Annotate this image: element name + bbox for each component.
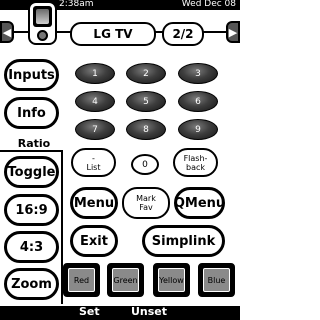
green-button-label: Green (112, 268, 139, 292)
digit-5-button[interactable]: 5 (126, 91, 166, 112)
digit-9-button[interactable]: 9 (178, 119, 218, 140)
ratio-16-9-button[interactable]: 16:9 (4, 194, 59, 226)
qmenu-button[interactable]: QMenu (174, 187, 225, 219)
blue-button[interactable]: Blue (198, 263, 235, 297)
page-indicator-tab[interactable]: 2/2 (162, 22, 204, 46)
menu-button[interactable]: Menu (70, 187, 118, 219)
blue-button-label: Blue (203, 268, 230, 292)
prev-device-button[interactable]: ◀ (0, 21, 14, 43)
remote-knob-icon (37, 30, 48, 41)
device-name-tab[interactable]: LG TV (70, 22, 156, 46)
digit-6-button[interactable]: 6 (178, 91, 218, 112)
unset-softkey[interactable]: Unset (131, 305, 167, 318)
yellow-button[interactable]: Yellow (153, 263, 190, 297)
digit-0-button[interactable]: 0 (131, 154, 159, 175)
softkey-bar: Set Unset (0, 305, 240, 320)
set-softkey[interactable]: Set (79, 305, 100, 318)
remote-device-icon[interactable] (28, 1, 57, 45)
digit-2-button[interactable]: 2 (126, 63, 166, 84)
clock-time: 2:38am (59, 0, 94, 9)
simplink-button[interactable]: Simplink (142, 225, 225, 257)
digit-8-button[interactable]: 8 (126, 119, 166, 140)
digit-1-button[interactable]: 1 (75, 63, 115, 84)
red-button-label: Red (68, 268, 95, 292)
digit-3-button[interactable]: 3 (178, 63, 218, 84)
list-button[interactable]: - List (71, 148, 116, 177)
chevron-left-icon: ◀ (2, 25, 12, 39)
red-button[interactable]: Red (63, 263, 100, 297)
inputs-button[interactable]: Inputs (4, 59, 59, 91)
remote-screen-icon (33, 6, 52, 27)
digit-7-button[interactable]: 7 (75, 119, 115, 140)
mark-fav-button[interactable]: Mark Fav (122, 187, 170, 219)
clock-date: Wed Dec 08 (181, 0, 236, 9)
flashback-button[interactable]: Flash- back (173, 148, 218, 177)
info-button[interactable]: Info (4, 97, 59, 129)
zoom-button[interactable]: Zoom (4, 268, 59, 300)
green-button[interactable]: Green (107, 263, 144, 297)
chevron-right-icon: ▶ (228, 25, 238, 39)
ratio-4-3-button[interactable]: 4:3 (4, 231, 59, 263)
exit-button[interactable]: Exit (70, 225, 118, 257)
next-device-button[interactable]: ▶ (226, 21, 240, 43)
yellow-button-label: Yellow (158, 268, 185, 292)
digit-4-button[interactable]: 4 (75, 91, 115, 112)
ratio-label: Ratio (17, 137, 51, 150)
toggle-button[interactable]: Toggle (4, 156, 59, 188)
